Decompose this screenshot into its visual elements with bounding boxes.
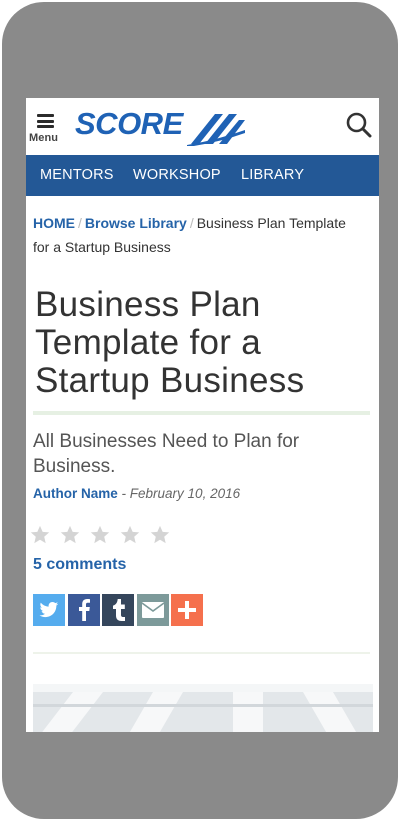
- phone-frame: Menu SCORE MENTORS WORKSHOP LIBRARY HOME…: [2, 2, 398, 819]
- share-twitter-button[interactable]: [33, 594, 65, 626]
- section-divider: [33, 652, 370, 654]
- article-byline: Author Name - February 10, 2016: [33, 486, 240, 501]
- page-title: Business Plan Template for a Startup Bus…: [35, 285, 305, 400]
- share-email-button[interactable]: [136, 594, 169, 626]
- email-icon: [141, 602, 164, 618]
- nav-item-mentors[interactable]: MENTORS: [40, 155, 114, 196]
- star-icon[interactable]: [29, 524, 51, 546]
- facebook-icon: [78, 599, 90, 621]
- breadcrumb-separator: /: [189, 215, 194, 231]
- title-divider: [33, 411, 370, 415]
- menu-label: Menu: [29, 132, 59, 144]
- publish-date: - February 10, 2016: [121, 486, 241, 501]
- article-subtitle: All Businesses Need to Plan for Business…: [33, 431, 300, 477]
- share-tumblr-button[interactable]: [102, 594, 134, 626]
- star-icon[interactable]: [59, 524, 81, 546]
- phone-screen: Menu SCORE MENTORS WORKSHOP LIBRARY HOME…: [26, 98, 379, 732]
- score-logo[interactable]: SCORE: [75, 107, 245, 147]
- star-icon[interactable]: [119, 524, 141, 546]
- twitter-icon: [39, 602, 59, 618]
- logo-text: SCORE: [75, 106, 183, 141]
- star-icon[interactable]: [149, 524, 171, 546]
- main-nav: MENTORS WORKSHOP LIBRARY: [26, 155, 379, 196]
- site-header: Menu SCORE: [26, 98, 379, 155]
- breadcrumb-separator: /: [78, 215, 82, 231]
- tumblr-icon: [112, 599, 125, 621]
- logo-swoosh-icon: [187, 114, 245, 146]
- share-bar: [33, 594, 203, 626]
- hero-ceiling-graphic: [33, 684, 373, 732]
- breadcrumb-library-link[interactable]: Browse Library: [85, 215, 187, 231]
- breadcrumb-home-link[interactable]: HOME: [33, 215, 75, 231]
- plus-icon: [178, 601, 196, 619]
- comments-link[interactable]: 5 comments: [33, 556, 126, 574]
- nav-item-workshop[interactable]: WORKSHOP: [133, 155, 221, 196]
- menu-button[interactable]: Menu: [29, 110, 65, 146]
- hamburger-icon: [37, 114, 54, 128]
- author-link[interactable]: Author Name: [33, 486, 118, 501]
- share-more-button[interactable]: [171, 594, 203, 626]
- star-rating: [29, 524, 171, 546]
- breadcrumb: HOME / Browse Library / Business Plan Templa…: [33, 211, 353, 259]
- hero-image: [33, 684, 373, 732]
- share-facebook-button[interactable]: [67, 594, 100, 626]
- nav-item-library[interactable]: LIBRARY: [241, 155, 304, 196]
- star-icon[interactable]: [89, 524, 111, 546]
- search-icon[interactable]: [345, 111, 373, 139]
